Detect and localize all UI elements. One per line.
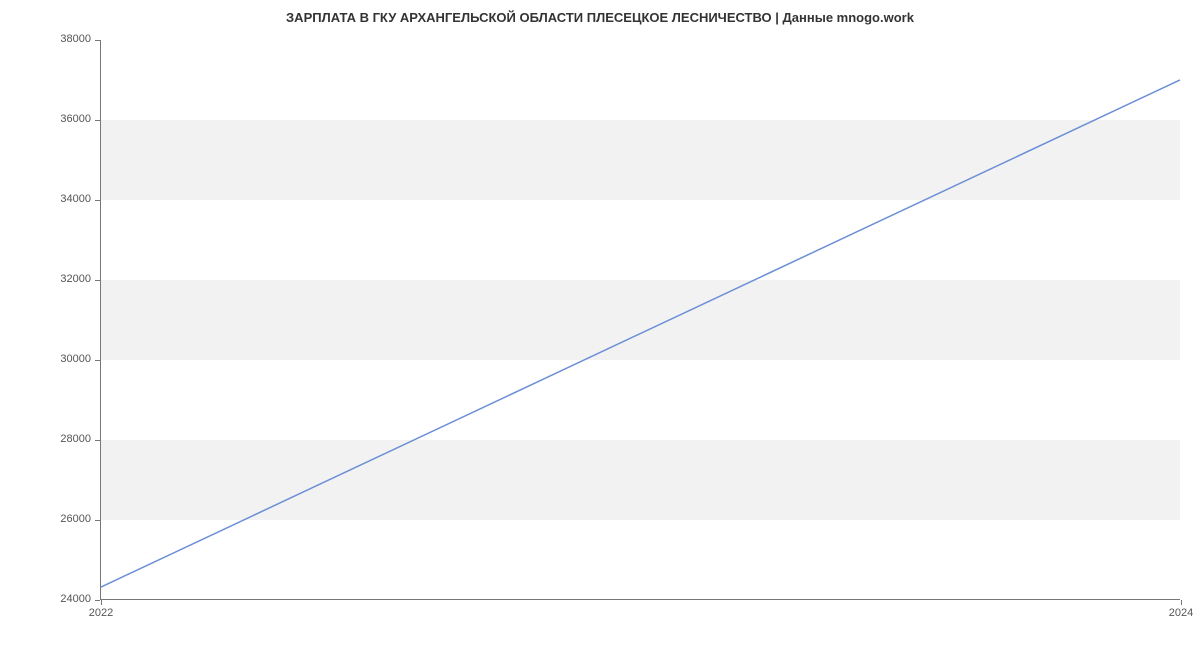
y-tick-label: 36000 — [60, 113, 91, 125]
x-tick-mark — [1181, 600, 1182, 605]
plot-area: 2400026000280003000032000340003600038000… — [100, 40, 1180, 600]
chart-title: ЗАРПЛАТА В ГКУ АРХАНГЕЛЬСКОЙ ОБЛАСТИ ПЛЕ… — [0, 10, 1200, 25]
y-tick-mark — [95, 280, 100, 281]
x-tick-label: 2024 — [1161, 607, 1200, 619]
y-tick-mark — [95, 600, 100, 601]
x-tick-mark — [101, 600, 102, 605]
y-tick-label: 34000 — [60, 193, 91, 205]
y-tick-mark — [95, 360, 100, 361]
y-tick-mark — [95, 440, 100, 441]
y-tick-mark — [95, 40, 100, 41]
x-tick: 2022 — [101, 599, 102, 600]
x-tick-label: 2022 — [81, 607, 121, 619]
y-tick-label: 24000 — [60, 593, 91, 605]
y-tick-label: 28000 — [60, 433, 91, 445]
y-tick-label: 30000 — [60, 353, 91, 365]
y-tick-label: 32000 — [60, 273, 91, 285]
data-line — [101, 40, 1180, 599]
y-tick-mark — [95, 120, 100, 121]
y-tick-label: 26000 — [60, 513, 91, 525]
x-tick: 2024 — [1181, 599, 1182, 600]
y-tick-label: 38000 — [60, 33, 91, 45]
y-tick-mark — [95, 200, 100, 201]
y-tick-mark — [95, 520, 100, 521]
